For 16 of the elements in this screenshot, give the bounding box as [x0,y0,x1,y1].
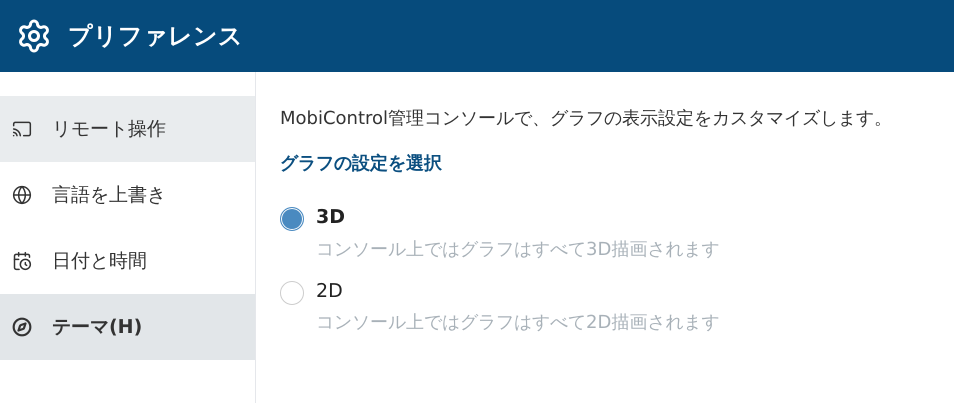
compass-icon [12,317,32,337]
page-title: プリファレンス [68,21,243,52]
calendar-clock-icon [12,251,32,271]
option-label: 2D [316,278,344,304]
description-text: MobiControl管理コンソールで、グラフの表示設定をカスタマイズします。 [280,107,894,131]
settings-icon [16,18,52,54]
globe-icon [12,185,32,205]
cast-icon [12,119,32,139]
sidebar-item[interactable]: リモート操作 [0,96,255,162]
option-label: 3D [316,205,346,230]
radio-button[interactable] [280,207,304,231]
sidebar-item[interactable]: テーマ(H) [0,294,255,360]
section-heading: グラフの設定を選択 [280,152,443,176]
radio-button[interactable] [280,280,304,304]
option-description: コンソール上ではグラフはすべて3D描画されます [316,238,720,262]
option-description: コンソール上ではグラフはすべて2D描画されます [316,311,720,335]
